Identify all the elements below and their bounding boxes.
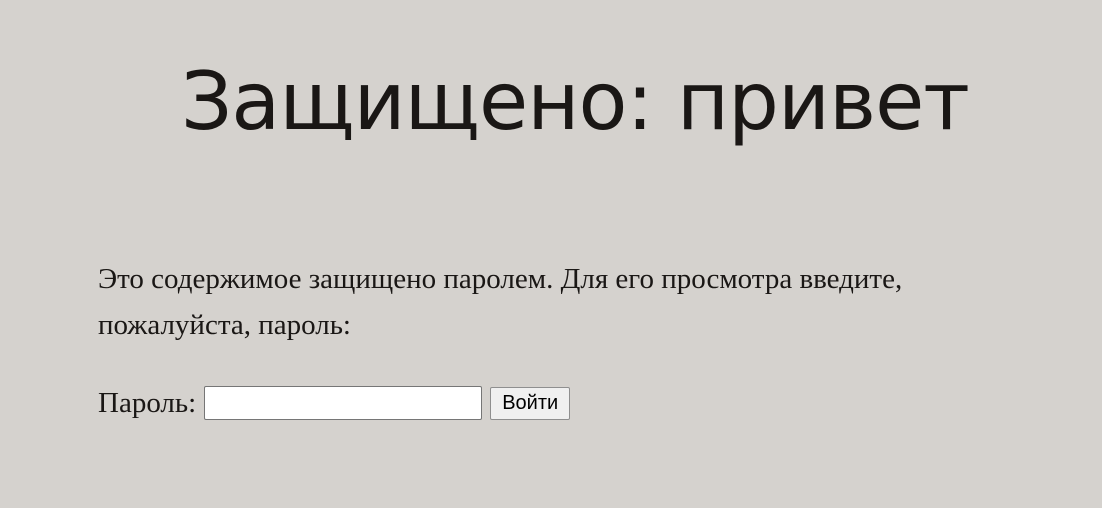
login-button[interactable]: Войти	[490, 386, 571, 420]
page-title: Защищено: привет	[181, 55, 970, 148]
password-protected-notice: Это содержимое защищено паролем. Для его…	[98, 263, 903, 341]
password-form: Пароль: Войти	[98, 386, 571, 420]
password-label: Пароль:	[98, 386, 197, 419]
password-input[interactable]	[204, 386, 483, 420]
